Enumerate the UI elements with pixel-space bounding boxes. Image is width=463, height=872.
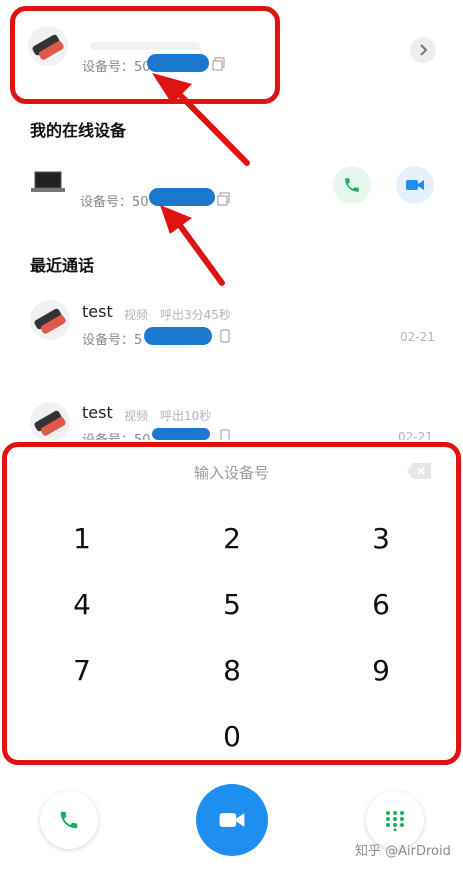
call-avatar: [30, 402, 70, 442]
annotation-box-dialpad: [2, 442, 461, 765]
phone-icon: [220, 328, 230, 347]
dialpad-icon: [386, 811, 404, 831]
watermark: 知乎 @AirDroid: [355, 844, 451, 859]
section-title-recent: 最近通话: [30, 256, 95, 275]
call-detail: 呼出10秒: [160, 409, 212, 423]
voice-call-button[interactable]: [40, 791, 98, 849]
call-date: 02-21: [400, 330, 435, 344]
call-type: 视频: [124, 308, 149, 322]
call-detail: 呼出3分45秒: [160, 308, 231, 322]
call-avatar: [30, 300, 70, 340]
call-name: test: [82, 403, 113, 422]
call-name: test: [82, 302, 113, 321]
video-call-button[interactable]: [196, 784, 268, 856]
call-type: 视频: [124, 409, 149, 423]
redaction-mark: [152, 428, 210, 440]
call-device-id: 设备号：5: [82, 333, 143, 348]
redaction-mark: [144, 327, 212, 345]
